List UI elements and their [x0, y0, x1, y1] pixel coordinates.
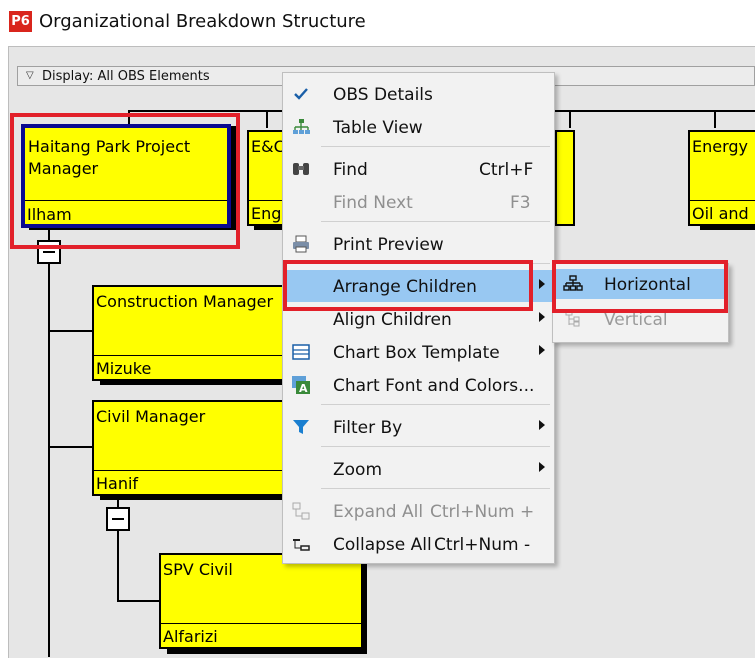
- vertical-connector-line: [48, 228, 50, 657]
- menu-item-zoom[interactable]: Zoom: [284, 453, 553, 485]
- obs-box-partial[interactable]: [555, 130, 575, 226]
- box-divider: [94, 355, 286, 356]
- menu-item-find[interactable]: Find Ctrl+F: [284, 153, 553, 185]
- obs-box-energy[interactable]: Energy Oil and: [688, 130, 755, 226]
- box-divider: [690, 200, 755, 201]
- obs-box-ec[interactable]: E&C Eng: [247, 130, 287, 226]
- submenu-arrow-icon: [539, 462, 545, 472]
- font-colors-icon: A: [292, 376, 310, 395]
- svg-text:A: A: [299, 382, 308, 395]
- template-icon: [292, 344, 310, 360]
- obs-box-name: Civil Manager: [96, 407, 206, 426]
- collapse-all-icon: [293, 539, 310, 551]
- box-divider: [249, 200, 285, 201]
- menu-item-table-view[interactable]: Table View: [284, 111, 553, 143]
- menu-separator: [321, 488, 550, 489]
- title-bar: P6 Organizational Breakdown Structure: [0, 0, 755, 44]
- printer-icon: [293, 235, 309, 253]
- connector-line: [714, 110, 716, 128]
- obs-box-name: Construction Manager: [96, 292, 274, 311]
- obs-box-name: E&C: [251, 137, 285, 156]
- box-divider: [94, 470, 286, 471]
- menu-item-expand-all[interactable]: Expand All Ctrl+Num +: [284, 495, 553, 527]
- menu-separator: [321, 221, 550, 222]
- obs-box-person: Hanif: [96, 474, 139, 493]
- chevron-down-icon[interactable]: ▽: [26, 70, 34, 81]
- binoculars-icon: [293, 163, 309, 175]
- submenu-arrow-icon: [539, 345, 545, 355]
- filter-icon: [293, 420, 309, 434]
- connector-line: [48, 446, 94, 448]
- obs-box-person: Eng: [251, 204, 282, 223]
- connector-line: [48, 330, 94, 332]
- menu-item-chart-font-colors[interactable]: A Chart Font and Colors...: [284, 369, 553, 401]
- highlight-horizontal: [552, 260, 728, 313]
- obs-box-person: Mizuke: [96, 359, 152, 378]
- expand-all-icon: [292, 502, 310, 520]
- obs-box-name: Energy: [692, 137, 749, 156]
- submenu-arrow-icon: [539, 312, 545, 322]
- highlight-arrange-children: [283, 260, 533, 311]
- checkmark-icon: [294, 88, 308, 100]
- window-title: Organizational Breakdown Structure: [39, 11, 366, 32]
- connector-line: [266, 110, 268, 128]
- p6-logo-icon: P6: [9, 11, 32, 32]
- obs-box-person: Alfarizi: [163, 627, 218, 646]
- menu-item-chart-box-template[interactable]: Chart Box Template: [284, 336, 553, 368]
- context-menu: OBS Details Table View Find Ctrl+F Find …: [282, 72, 555, 564]
- submenu-arrow-icon: [539, 279, 545, 289]
- obs-box-person: Oil and: [692, 204, 749, 223]
- menu-item-filter-by[interactable]: Filter By: [284, 411, 553, 443]
- tree-table-icon: [293, 119, 310, 134]
- collapse-toggle-icon[interactable]: [106, 507, 130, 531]
- obs-box-spv-civil[interactable]: SPV Civil Alfarizi: [159, 553, 363, 649]
- connector-line: [569, 110, 571, 128]
- menu-item-find-next[interactable]: Find Next F3: [284, 186, 553, 218]
- menu-separator: [321, 146, 550, 147]
- connector-line: [117, 600, 161, 602]
- highlight-box-haitang: [10, 113, 240, 249]
- menu-item-print-preview[interactable]: Print Preview: [284, 228, 553, 260]
- obs-box-construction-manager[interactable]: Construction Manager Mizuke: [92, 285, 288, 381]
- menu-separator: [321, 446, 550, 447]
- menu-item-obs-details[interactable]: OBS Details: [284, 78, 553, 110]
- box-divider: [161, 623, 361, 624]
- display-filter-label: Display: All OBS Elements: [42, 69, 210, 84]
- obs-box-civil-manager[interactable]: Civil Manager Hanif: [92, 400, 288, 496]
- submenu-arrow-icon: [539, 420, 545, 430]
- menu-item-collapse-all[interactable]: Collapse All Ctrl+Num -: [284, 528, 553, 560]
- menu-separator: [321, 404, 550, 405]
